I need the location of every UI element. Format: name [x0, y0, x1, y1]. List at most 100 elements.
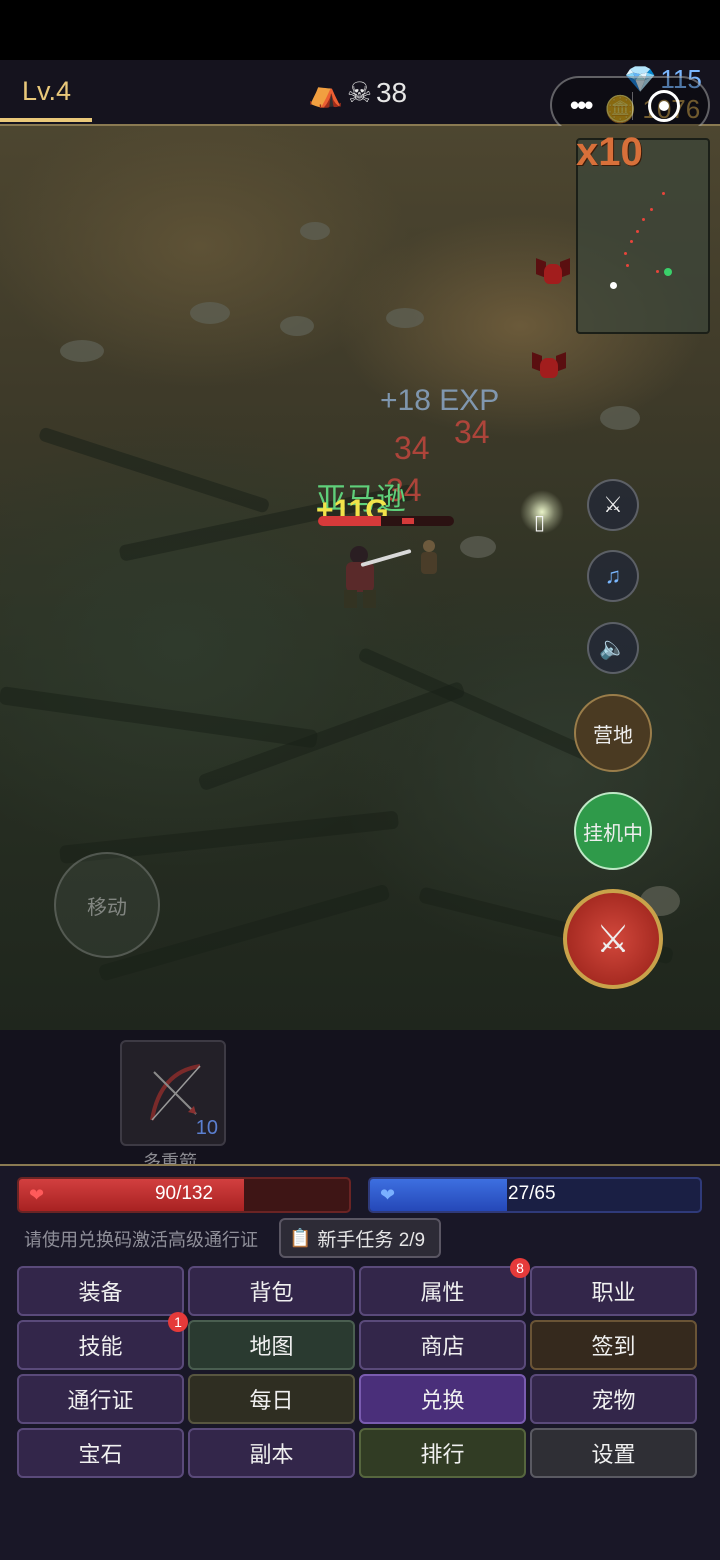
stage-info: ⛺ ☠ 38: [308, 76, 407, 109]
minimap-enemy-dot: [630, 240, 633, 243]
hp-bar: ❤ 90/132: [17, 1177, 351, 1213]
menu-button[interactable]: 背包: [188, 1266, 355, 1316]
mana-heart-icon: ❤: [380, 1185, 396, 1205]
minimap-enemy-dot: [642, 218, 645, 221]
menu-button-label: 背包: [249, 1280, 294, 1305]
minimap-enemy-dot: [650, 208, 653, 211]
bottom-panel: ❤ 90/132 ❤ 27/65 请使用兑换码激活高级通行证 📋 新手任务 2/…: [0, 1166, 720, 1560]
skull-icon: ☠: [346, 77, 372, 108]
menu-button-label: 设置: [591, 1442, 636, 1467]
player-overhead-hp-bar: [318, 516, 454, 526]
mp-bar: ❤ 27/65: [368, 1177, 702, 1213]
hp-value: 90/132: [154, 1183, 214, 1204]
rock: [460, 536, 496, 558]
task-label: 新手任务 2/9: [317, 1229, 426, 1251]
menu-button[interactable]: 设置: [530, 1428, 697, 1478]
menu-button[interactable]: 商店: [359, 1320, 526, 1370]
exp-gain-text: +18 EXP: [380, 384, 500, 417]
menu-button[interactable]: 装备: [17, 1266, 184, 1316]
speaker-icon: 🔈: [599, 635, 627, 660]
newbie-task-button[interactable]: 📋 新手任务 2/9: [279, 1218, 441, 1258]
menu-button-label: 副本: [249, 1442, 294, 1467]
menu-button[interactable]: 属性 8: [359, 1258, 530, 1316]
kill-count: 38: [375, 76, 408, 108]
camp-button[interactable]: 营地: [574, 694, 652, 772]
menu-button-label: 技能: [78, 1334, 123, 1359]
rock: [386, 308, 424, 328]
menu-button[interactable]: 通行证: [17, 1374, 184, 1424]
menu-button-label: 排行: [420, 1442, 465, 1467]
skill-slot-multishot[interactable]: 10: [120, 1040, 226, 1146]
damage-number: 34: [394, 430, 430, 466]
minimap-enemy-dot: [656, 270, 659, 273]
menu-button-label: 商店: [420, 1334, 465, 1359]
damage-number: 34: [454, 414, 490, 450]
rock: [190, 302, 230, 324]
menu-button-label: 兑换: [420, 1388, 465, 1413]
skill-charge-count: 10: [195, 1117, 218, 1139]
sound-toggle-button[interactable]: 🔈: [587, 622, 639, 674]
menu-button[interactable]: 技能 1: [17, 1312, 188, 1370]
move-joystick[interactable]: 移动: [54, 852, 160, 958]
battle-mode-button[interactable]: ⚔: [587, 479, 639, 531]
menu-button[interactable]: 每日: [188, 1374, 355, 1424]
menu-button-label: 属性: [420, 1280, 465, 1305]
skill-panel: 10 多重箭: [0, 1030, 720, 1166]
menu-button[interactable]: 职业: [530, 1266, 697, 1316]
music-toggle-button[interactable]: ♫: [587, 550, 639, 602]
player-level: Lv.4: [22, 76, 72, 106]
tree-branch: [0, 686, 319, 749]
top-bar: Lv.4 ⛺ ☠ 38 💎 115 🪙 1076 •••: [0, 60, 720, 134]
close-miniprogram-icon[interactable]: [648, 90, 680, 122]
menu-button[interactable]: 签到: [530, 1320, 697, 1370]
level-underline: [0, 118, 92, 122]
minimap-enemy-dot: [662, 192, 665, 195]
notification-badge: 1: [168, 1312, 188, 1332]
menu-button[interactable]: 宝石: [17, 1428, 184, 1478]
menu-button-label: 宝石: [78, 1442, 123, 1467]
auto-battle-label: 挂机中: [583, 822, 643, 845]
minimap-enemy-dot: [636, 230, 639, 233]
attack-button[interactable]: ⚔: [563, 889, 663, 989]
attack-swords-icon: ⚔: [595, 918, 631, 961]
minimap-enemy-dot: [626, 264, 629, 267]
demon-enemy: [536, 256, 570, 290]
more-menu-icon[interactable]: •••: [570, 90, 593, 121]
menu-button[interactable]: 兑换: [359, 1374, 526, 1424]
menu-button-label: 职业: [591, 1280, 636, 1305]
camp-label: 营地: [593, 724, 633, 747]
notification-badge: 8: [510, 1258, 530, 1278]
menu-button[interactable]: 副本: [188, 1428, 355, 1478]
goblin-enemy: [418, 540, 440, 576]
player-character: [334, 540, 390, 612]
clipboard-icon: 📋: [289, 1227, 312, 1248]
rock: [600, 406, 640, 430]
demon-enemy: [532, 350, 566, 384]
battle-pass-hint[interactable]: 请使用兑换码激活高级通行证: [24, 1226, 258, 1252]
menu-button-label: 签到: [591, 1334, 636, 1359]
music-note-icon: ♫: [604, 563, 622, 588]
rock: [280, 316, 314, 336]
camp-icon: ⛺: [308, 77, 343, 108]
menu-button[interactable]: 排行: [359, 1428, 526, 1478]
capsule-divider: [632, 92, 633, 120]
menu-button-label: 地图: [249, 1334, 294, 1359]
auto-battle-button[interactable]: 挂机中: [574, 792, 652, 870]
system-status-bar: [0, 0, 720, 60]
rock: [60, 340, 104, 362]
minimap-player-dot: [610, 282, 617, 289]
menu-button-label: 宠物: [591, 1388, 636, 1413]
crossed-swords-icon: ⚔: [603, 492, 623, 517]
rock: [300, 222, 330, 240]
menu-button-label: 每日: [249, 1388, 294, 1413]
skill-name: 多重箭: [143, 1152, 197, 1166]
minimap-enemy-dot: [624, 252, 627, 255]
tree-branch: [37, 426, 271, 514]
menu-button-label: 装备: [78, 1280, 123, 1305]
minimap-portal-dot: [664, 268, 672, 276]
menu-button[interactable]: 宠物: [530, 1374, 697, 1424]
game-speed[interactable]: x10: [576, 130, 643, 175]
menu-button[interactable]: 地图: [188, 1320, 355, 1370]
lantern-icon: ▯: [534, 512, 546, 534]
main-menu-grid: 装备 背包 属性 8 职业技能 1 地图 商店 签到通行证 每日 兑换 宠物宝石 副本 排行 设置: [17, 1258, 699, 1478]
